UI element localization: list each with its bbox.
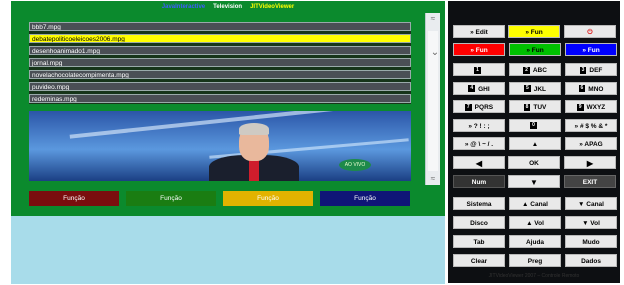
numpad-key[interactable]: 3 DEF — [565, 63, 617, 76]
numpad-digit: 3 — [579, 66, 587, 74]
tv-application-window: JavaInteractive Television JITVideoViewer … — [11, 1, 445, 284]
function-button-3[interactable]: Função — [223, 191, 313, 206]
function-button-1[interactable]: Função — [29, 191, 119, 206]
color-fun-button-1[interactable]: » Fun — [453, 43, 505, 56]
playlist-scrollbar[interactable]: ≈ ⌄ ≈ — [425, 13, 440, 185]
playlist-item[interactable]: debatepoliticoeleicoes2006.mpg — [29, 34, 411, 43]
numpad-digit: 9 — [576, 103, 584, 111]
numpad-key[interactable]: 2 ABC — [509, 63, 561, 76]
title-javainteractive: JavaInteractive — [161, 4, 206, 10]
color-fun-button-2[interactable]: » Fun — [509, 43, 561, 56]
numpad-letters: PQRS — [474, 104, 494, 111]
remote-button-dados[interactable]: Dados — [565, 254, 617, 267]
numpad-letters: WXYZ — [586, 104, 606, 111]
numpad-key[interactable]: 8 TUV — [509, 100, 561, 113]
right-arrow-button[interactable]: ▶ — [564, 156, 616, 169]
playlist-item[interactable]: jornal.mpg — [29, 58, 411, 67]
numpad-letters: ▲ — [531, 141, 539, 148]
numpad-key[interactable]: ▲ — [509, 137, 561, 150]
playlist-item[interactable]: novelachocolatecompimenta.mpg — [29, 70, 411, 79]
ok-button[interactable]: OK — [508, 156, 560, 169]
remote-button-vol[interactable]: ▲ Vol — [509, 216, 561, 229]
title-jitvideoviewer: JITVideoViewer — [250, 4, 295, 10]
numpad-letters: » @ \ ~ / . — [464, 141, 494, 148]
numpad-digit: 5 — [523, 85, 531, 93]
numpad-digit: 0 — [530, 122, 537, 130]
remote-button-vol[interactable]: ▼ Vol — [565, 216, 617, 229]
function-button-2[interactable]: Função — [126, 191, 216, 206]
numpad-digit: 6 — [578, 85, 586, 93]
exit-button[interactable]: EXIT — [564, 175, 616, 188]
scroll-up-arrow-icon[interactable]: ≈ — [426, 13, 440, 25]
numpad-key[interactable]: » ? ! : ; — [453, 118, 505, 132]
numpad-key[interactable]: 0 — [509, 118, 561, 132]
num-button[interactable]: Num — [453, 175, 505, 188]
title-television: Television — [213, 4, 243, 10]
numpad-letters: GHI — [478, 85, 490, 93]
numpad-key[interactable]: » APAG — [565, 137, 617, 150]
numpad-digit: 7 — [464, 103, 472, 111]
remote-button-disco[interactable]: Disco — [453, 216, 505, 229]
remote-button-clear[interactable]: Clear — [453, 254, 505, 267]
presenter-hair — [239, 123, 269, 135]
numpad-key[interactable]: » # $ % & * — [565, 118, 617, 132]
title-bar: JavaInteractive Television JITVideoViewer — [11, 1, 445, 14]
numpad-key[interactable]: 9 WXYZ — [565, 100, 617, 113]
numpad-key[interactable]: 1 — [453, 63, 505, 76]
power-button[interactable]: ⏻ — [564, 25, 616, 38]
remote-button-tab[interactable]: Tab — [453, 235, 505, 248]
remote-button-canal[interactable]: ▲ Canal — [509, 197, 561, 210]
numpad-letters: ABC — [532, 67, 547, 74]
numpad-digit: 2 — [523, 66, 530, 74]
numpad-letters: » ? ! : ; — [468, 122, 490, 130]
power-icon: ⏻ — [587, 29, 593, 36]
remote-button-preg[interactable]: Preg — [509, 254, 561, 267]
numpad-key[interactable]: 6 MNO — [565, 81, 617, 95]
numpad-letters: JKL — [533, 85, 547, 93]
numpad-letters: TUV — [533, 104, 547, 111]
remote-footer: JITVideoViewer 2007 – Controle Remoto — [488, 273, 580, 279]
down-arrow-icon: ▼ — [530, 178, 538, 187]
edit-button[interactable]: » Edit — [453, 25, 505, 38]
color-fun-button-3[interactable]: » Fun — [565, 43, 617, 56]
playlist-item[interactable]: redeminas.mpg — [29, 94, 411, 103]
scroll-down-arrow-icon[interactable]: ≈ — [426, 173, 440, 185]
remote-button-canal[interactable]: ▼ Canal — [565, 197, 617, 210]
numpad-key[interactable]: 5 JKL — [509, 81, 561, 95]
numpad-digit: 8 — [523, 103, 531, 111]
left-arrow-button[interactable]: ◀ — [453, 156, 505, 169]
remote-control: » Edit » Fun ⏻ » Fun» Fun» Fun 1 2 ABC 3 DEF… — [448, 1, 620, 283]
function-button-4[interactable]: Função — [320, 191, 410, 206]
numpad-key[interactable]: 4 GHI — [453, 81, 505, 95]
video-player[interactable]: AO VIVO — [29, 111, 411, 181]
numpad-key[interactable]: » @ \ ~ / . — [453, 137, 505, 150]
numpad-digit: 4 — [468, 85, 476, 93]
numpad-letters: » # $ % & * — [574, 122, 608, 130]
channel-logo: AO VIVO — [339, 159, 371, 171]
playlist-item[interactable]: bbb7.mpg — [29, 22, 411, 31]
remote-button-ajuda[interactable]: Ajuda — [509, 235, 561, 248]
left-arrow-icon: ◀ — [475, 159, 483, 168]
right-arrow-icon: ▶ — [586, 159, 594, 168]
numpad-letters: DEF — [589, 67, 603, 74]
remote-button-sistema[interactable]: Sistema — [453, 197, 505, 210]
chevron-down-icon: ⌄ — [430, 47, 440, 58]
numpad-letters: » APAG — [579, 141, 603, 148]
playlist-item[interactable]: puvideo.mpg — [29, 82, 411, 91]
tv-frame: JavaInteractive Television JITVideoViewer … — [11, 1, 445, 216]
playlist-item[interactable]: desenhoanimado1.mpg — [29, 46, 411, 55]
fun-yellow-button[interactable]: » Fun — [508, 25, 560, 38]
function-button-bar: Função Função Função Função — [29, 191, 411, 206]
numpad-digit: 1 — [474, 66, 481, 74]
down-arrow-button[interactable]: ▼ — [508, 175, 560, 188]
numpad-letters: MNO — [588, 85, 604, 93]
numpad-key[interactable]: 7 PQRS — [453, 100, 505, 113]
video-playlist: bbb7.mpg debatepoliticoeleicoes2006.mpg de… — [29, 22, 411, 104]
remote-button-mudo[interactable]: Mudo — [565, 235, 617, 248]
